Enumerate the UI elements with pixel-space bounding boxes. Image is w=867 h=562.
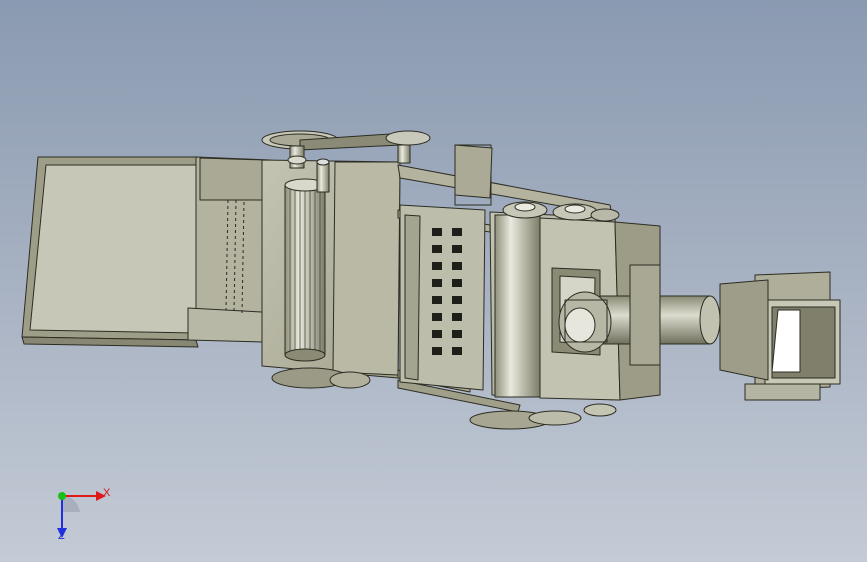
z-axis-label: Z (58, 530, 65, 542)
orientation-triad-icon (57, 491, 106, 538)
roller-assembly (284, 158, 330, 362)
perforated-casing (399, 204, 486, 391)
assembly-model[interactable] (0, 0, 867, 562)
feed-hopper (21, 156, 271, 348)
outlet-box (719, 271, 841, 401)
main-frame (261, 159, 401, 379)
orientation-triad: X Z (40, 478, 130, 548)
cad-viewport[interactable]: X Z (0, 0, 867, 562)
x-axis-label: X (103, 487, 111, 499)
